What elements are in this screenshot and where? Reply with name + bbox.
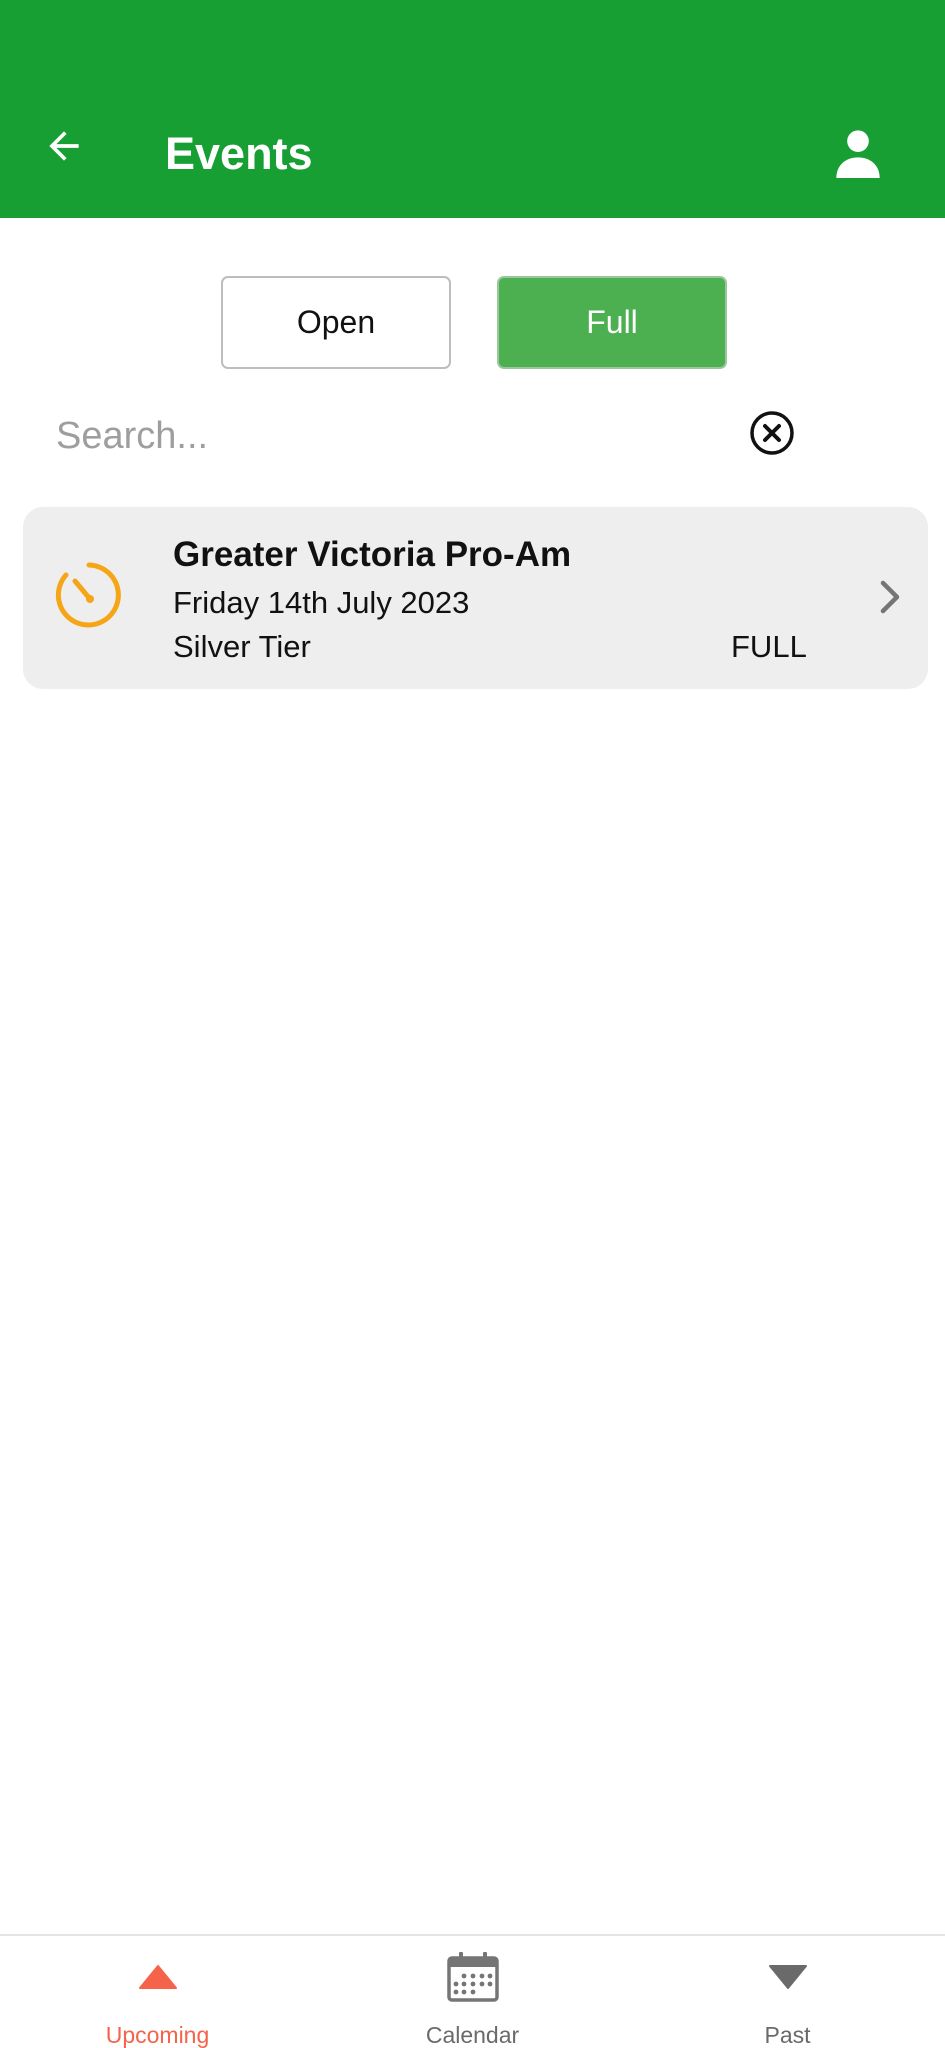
bottom-nav: Upcoming Calendar Past bbox=[0, 1934, 945, 2048]
calendar-icon bbox=[446, 1952, 499, 2002]
nav-item-upcoming[interactable]: Upcoming bbox=[0, 1936, 315, 2048]
app-bar: Events bbox=[0, 0, 945, 218]
filter-open-button[interactable]: Open bbox=[221, 276, 451, 369]
arrow-left-icon bbox=[49, 131, 79, 161]
search-input[interactable] bbox=[56, 406, 716, 466]
event-status-badge: FULL bbox=[731, 629, 807, 664]
nav-item-calendar[interactable]: Calendar bbox=[315, 1936, 630, 2048]
filter-full-button[interactable]: Full bbox=[497, 276, 727, 369]
event-title: Greater Victoria Pro-Am bbox=[173, 535, 572, 574]
timer-icon bbox=[55, 562, 121, 628]
back-button[interactable] bbox=[36, 118, 92, 174]
nav-label-calendar: Calendar bbox=[425, 2022, 520, 2048]
nav-item-past[interactable]: Past bbox=[630, 1936, 945, 2048]
chevron-right-icon bbox=[880, 580, 900, 614]
event-tier: Silver Tier bbox=[173, 629, 311, 664]
nav-label-upcoming: Upcoming bbox=[105, 2022, 210, 2048]
person-icon bbox=[836, 130, 880, 178]
search-clear-button[interactable] bbox=[748, 409, 796, 457]
page-title: Events bbox=[165, 128, 313, 179]
event-card[interactable]: Greater Victoria Pro-Am Friday 14th July… bbox=[23, 507, 928, 689]
nav-label-past: Past bbox=[764, 2022, 811, 2048]
event-date: Friday 14th July 2023 bbox=[173, 585, 470, 620]
close-circle-icon bbox=[750, 411, 794, 455]
triangle-up-icon bbox=[138, 1965, 177, 1989]
triangle-down-icon bbox=[768, 1965, 807, 1989]
filter-open-label: Open bbox=[296, 304, 376, 340]
profile-button[interactable] bbox=[828, 122, 888, 182]
filter-full-label: Full bbox=[586, 304, 638, 340]
